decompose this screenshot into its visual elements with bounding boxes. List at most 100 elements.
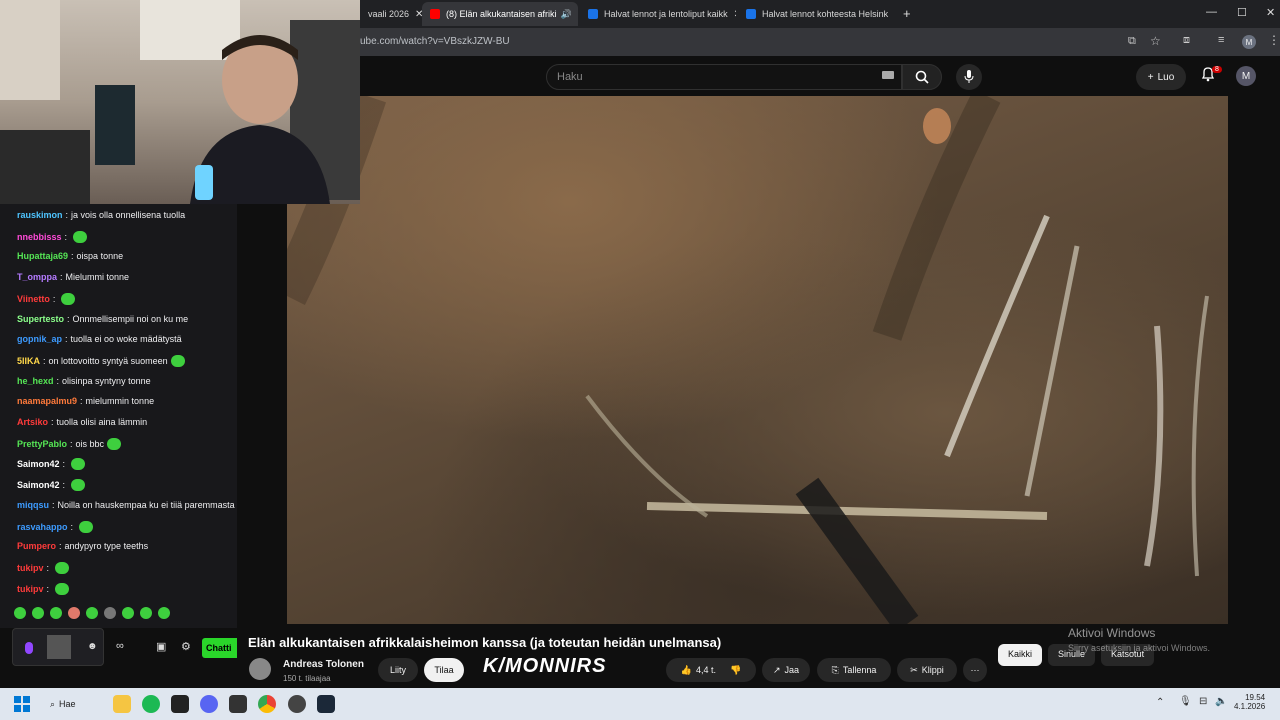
save-button[interactable]: ⎘ Tallenna xyxy=(817,658,891,682)
chat-username[interactable]: he_hexd xyxy=(17,376,54,386)
emote-icon[interactable] xyxy=(68,607,80,619)
taskbar-clock[interactable]: 19.54 4.1.2026 xyxy=(1234,693,1265,711)
store-icon[interactable]: ▣ xyxy=(156,640,166,653)
close-icon[interactable]: ✕ xyxy=(572,9,579,20)
emote-icon xyxy=(79,520,94,533)
taskbar-search[interactable]: ⌕ Hae xyxy=(50,695,100,713)
tab-youtube-video[interactable]: (8) Elän alkukantaisen afriki 🔊 ✕ xyxy=(422,2,578,26)
more-actions-button[interactable]: ⋯ xyxy=(963,658,987,682)
tab-vaali[interactable]: vaali 2026 ✕ xyxy=(360,2,422,26)
chat-username[interactable]: Saimon42 xyxy=(17,459,60,469)
url-field[interactable]: ube.com/watch?v=VBszkJZW-BU xyxy=(360,36,510,47)
window-close-icon[interactable]: ✕ xyxy=(1266,6,1275,19)
chat-username[interactable]: gopnik_ap xyxy=(17,334,62,344)
clip-button[interactable]: ✂ Klippi xyxy=(897,658,957,682)
subscribe-button[interactable]: Tilaa xyxy=(424,658,464,682)
like-count[interactable]: 4,4 t. xyxy=(696,665,716,675)
microphone-icon[interactable]: 🎙 xyxy=(1179,696,1192,707)
tab-label: vaali 2026 xyxy=(368,9,410,19)
steam-icon[interactable] xyxy=(317,695,335,713)
chat-username[interactable]: Supertesto xyxy=(17,314,64,324)
chat-username[interactable]: Hupattaja69 xyxy=(17,251,68,261)
chat-username[interactable]: rasvahappo xyxy=(17,522,68,532)
chat-separator: : xyxy=(59,541,62,552)
chat-separator: : xyxy=(60,272,63,283)
minimize-icon[interactable]: — xyxy=(1206,6,1217,18)
tab-flights-1[interactable]: Halvat lennot ja lentoliput kaikk ✕ xyxy=(580,2,736,26)
community-icon[interactable]: ∞ xyxy=(116,640,124,652)
chat-username[interactable]: Saimon42 xyxy=(17,480,60,490)
account-avatar[interactable]: M xyxy=(1236,66,1256,86)
create-button[interactable]: + Luo xyxy=(1136,64,1186,90)
emote-icon[interactable] xyxy=(104,607,116,619)
chat-username[interactable]: 5IIKA xyxy=(17,356,40,366)
menu-icon[interactable]: ⋮ xyxy=(1268,33,1280,47)
emote-icon xyxy=(55,561,70,574)
emote-icon[interactable] xyxy=(50,607,62,619)
search-button[interactable] xyxy=(902,64,942,90)
thumbs-down-icon[interactable]: 👎 xyxy=(730,665,741,676)
chat-username[interactable]: nnebbisss xyxy=(17,232,62,242)
install-icon[interactable]: ⧉ xyxy=(1128,35,1136,48)
chevron-up-icon[interactable]: ⌃ xyxy=(1156,697,1164,708)
voice-search-button[interactable] xyxy=(956,64,982,90)
video-player[interactable] xyxy=(287,96,1228,624)
emoji-icon[interactable]: ☻ xyxy=(87,641,98,652)
channel-avatar[interactable] xyxy=(249,658,271,680)
video-title: Elän alkukantaisen afrikkalaisheimon kan… xyxy=(248,635,722,650)
thumbs-up-icon[interactable]: 👍 xyxy=(681,665,692,676)
spotify-icon[interactable] xyxy=(142,695,160,713)
settings-icon[interactable]: ⚙ xyxy=(181,640,191,653)
emote-icon[interactable] xyxy=(32,607,44,619)
chat-username[interactable]: T_omppa xyxy=(17,272,57,282)
close-icon[interactable]: ✕ xyxy=(409,9,422,20)
emote-icon[interactable] xyxy=(158,607,170,619)
chat-username[interactable]: miqqsu xyxy=(17,500,49,510)
join-button[interactable]: Liity xyxy=(378,658,418,682)
network-icon[interactable]: ⊟ xyxy=(1199,696,1207,707)
channel-name[interactable]: Andreas Tolonen xyxy=(283,659,364,670)
chat-username[interactable]: rauskimon xyxy=(17,210,63,220)
tab-label: (8) Elän alkukantaisen afriki xyxy=(446,9,557,19)
star-icon[interactable]: ☆ xyxy=(1150,34,1161,48)
microphone-icon[interactable] xyxy=(25,642,33,654)
chat-username[interactable]: Pumpero xyxy=(17,541,56,551)
extensions-icon[interactable]: ⧈ xyxy=(1183,34,1190,47)
emote-icon[interactable] xyxy=(122,607,134,619)
sidebar-icon[interactable]: ≡ xyxy=(1218,34,1224,46)
search-icon: ⌕ xyxy=(50,698,56,709)
share-button[interactable]: ↗ Jaa xyxy=(762,658,810,682)
discord-icon[interactable] xyxy=(200,695,218,713)
microphone-icon xyxy=(964,70,974,83)
maximize-icon[interactable]: ☐ xyxy=(1237,6,1247,19)
keyboard-icon[interactable] xyxy=(882,71,894,79)
emote-icon[interactable] xyxy=(14,607,26,619)
new-tab-button[interactable]: + xyxy=(903,6,911,21)
chat-username[interactable]: tukipv xyxy=(17,563,44,573)
chat-input[interactable]: ☻ xyxy=(12,628,104,666)
emote-icon xyxy=(107,437,122,450)
chat-username[interactable]: Artsiko xyxy=(17,417,48,427)
close-icon[interactable]: ✕ xyxy=(728,9,736,20)
chrome-icon[interactable] xyxy=(258,695,276,713)
speaker-icon[interactable]: 🔊 xyxy=(561,9,572,20)
emote-icon[interactable] xyxy=(140,607,152,619)
obs-icon[interactable] xyxy=(288,695,306,713)
chat-username[interactable]: naamapalmu9 xyxy=(17,396,77,406)
search-input[interactable]: Haku xyxy=(546,64,902,90)
app-icon[interactable] xyxy=(229,695,247,713)
x-app-icon[interactable] xyxy=(171,695,189,713)
chat-username[interactable]: tukipv xyxy=(17,584,44,594)
volume-icon[interactable]: 🔈 xyxy=(1215,696,1227,707)
emote-icon[interactable] xyxy=(86,607,98,619)
chat-username[interactable]: PrettyPablo xyxy=(17,439,67,449)
chat-send-button[interactable]: Chatti xyxy=(202,638,240,658)
filter-chip-all[interactable]: Kaikki xyxy=(998,644,1043,666)
windows-start-icon[interactable] xyxy=(14,696,30,712)
file-explorer-icon[interactable] xyxy=(113,695,131,713)
chat-username[interactable]: Viinetto xyxy=(17,294,50,304)
emote-icon xyxy=(71,458,86,471)
tab-flights-2[interactable]: Halvat lennot kohteesta Helsink ✕ xyxy=(738,2,894,26)
profile-avatar[interactable]: M xyxy=(1242,35,1256,49)
close-icon[interactable]: ✕ xyxy=(888,9,894,20)
